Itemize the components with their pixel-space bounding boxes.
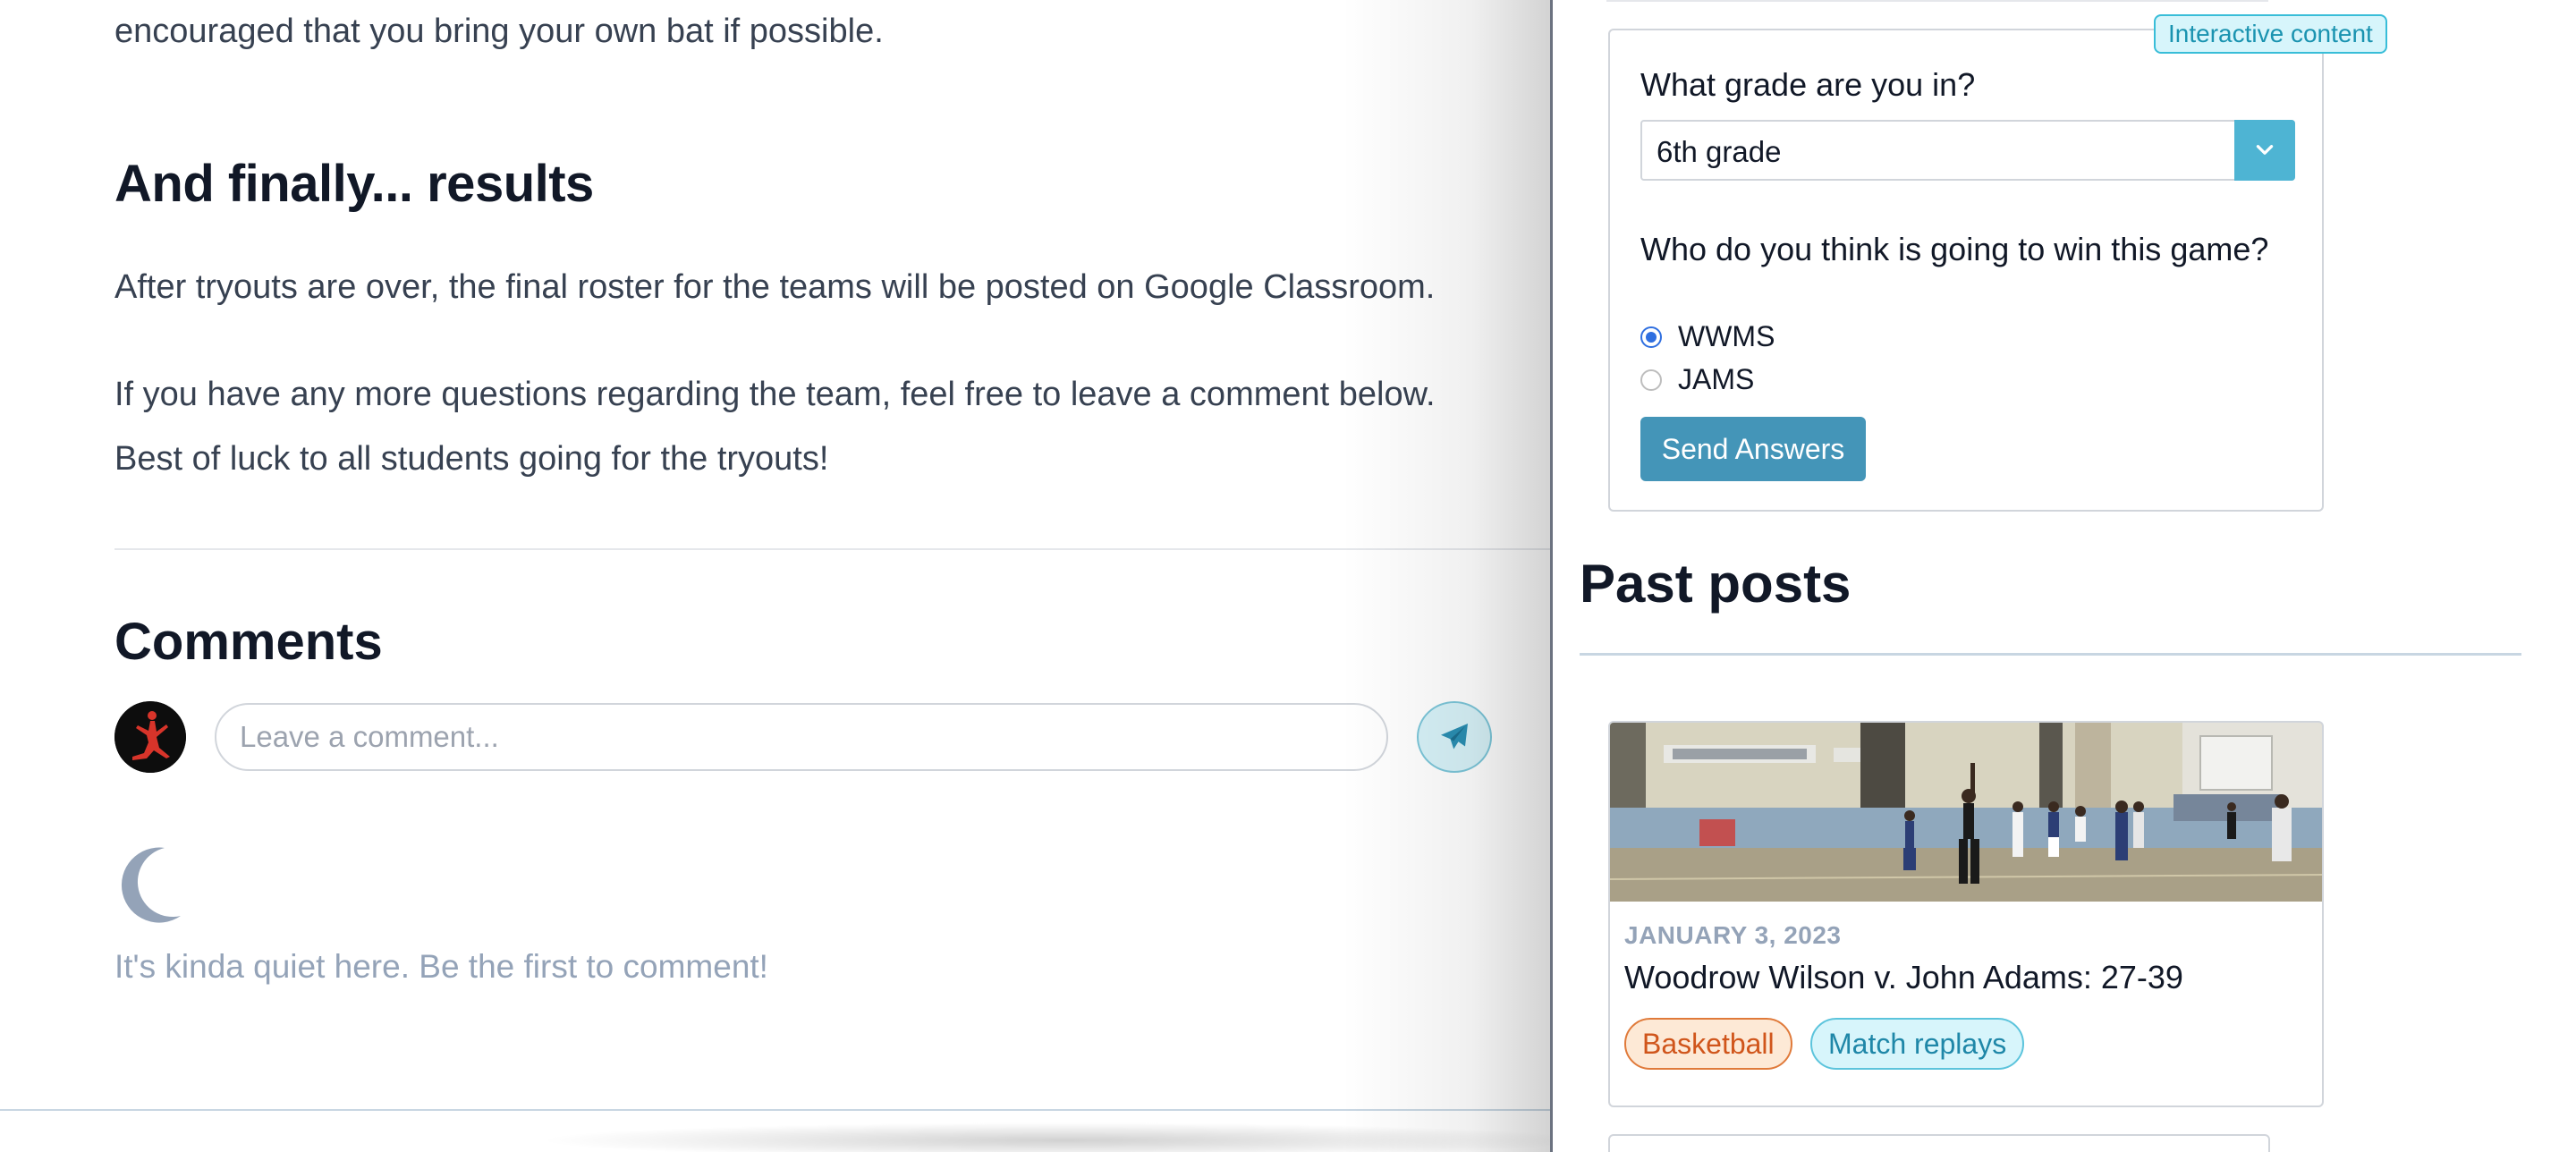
chevron-down-icon — [2256, 145, 2274, 155]
next-post-card[interactable] — [1608, 1134, 2270, 1152]
panel-top-divider — [1606, 0, 2268, 2]
article-paragraph-questions: If you have any more questions regarding… — [114, 376, 1436, 413]
send-comment-button[interactable] — [1417, 701, 1492, 773]
tag-basketball[interactable]: Basketball — [1624, 1018, 1792, 1070]
send-answers-button[interactable]: Send Answers — [1640, 417, 1866, 481]
quiz-card: Interactive content What grade are you i… — [1608, 14, 2387, 512]
article-paragraph-luck: Best of luck to all students going for t… — [114, 440, 829, 478]
comments-heading: Comments — [114, 613, 383, 671]
radio-option-jams[interactable]: JAMS — [1640, 363, 1754, 396]
article-paragraph-roster: After tryouts are over, the final roster… — [114, 268, 1436, 306]
winner-question-label: Who do you think is going to win this ga… — [1640, 231, 2269, 267]
footer-divider — [0, 1109, 1550, 1111]
tag-match-replays[interactable]: Match replays — [1810, 1018, 2025, 1070]
post-title-link[interactable]: Woodrow Wilson v. John Adams: 27-39 — [1624, 959, 2183, 996]
jumpman-logo-icon — [114, 701, 186, 773]
grade-select[interactable]: 6th grade — [1640, 120, 2295, 181]
section-divider — [114, 548, 1550, 550]
paper-plane-icon — [1441, 724, 1468, 750]
radio-option-wwms[interactable]: WWMS — [1640, 320, 1775, 353]
comment-input[interactable] — [215, 703, 1388, 771]
radio-button-wwms[interactable] — [1640, 326, 1662, 348]
grade-select-value: 6th grade — [1657, 135, 1782, 168]
results-heading: And finally... results — [114, 155, 594, 213]
article-column: encouraged that you bring your own bat i… — [0, 0, 1550, 1152]
moon-icon — [121, 847, 181, 923]
post-thumbnail-image[interactable] — [1610, 723, 2322, 902]
avatar — [114, 701, 186, 773]
post-date: JANUARY 3, 2023 — [1624, 921, 1842, 949]
radio-label-jams: JAMS — [1678, 363, 1755, 395]
sidebar-panel: Interactive content What grade are you i… — [1550, 0, 2576, 1152]
interactive-content-badge: Interactive content — [2154, 14, 2387, 54]
empty-comments-message: It's kinda quiet here. Be the first to c… — [114, 948, 768, 985]
grade-select-toggle[interactable] — [2234, 120, 2295, 181]
post-card[interactable]: JANUARY 3, 2023 Woodrow Wilson v. John A… — [1608, 721, 2324, 1107]
grade-question-label: What grade are you in? — [1640, 66, 1976, 103]
past-posts-heading: Past posts — [1580, 554, 1852, 614]
article-paragraph-bat: encouraged that you bring your own bat i… — [114, 13, 884, 50]
radio-button-jams[interactable] — [1640, 368, 1662, 391]
past-posts-divider — [1580, 653, 2521, 656]
radio-label-wwms: WWMS — [1678, 320, 1775, 352]
